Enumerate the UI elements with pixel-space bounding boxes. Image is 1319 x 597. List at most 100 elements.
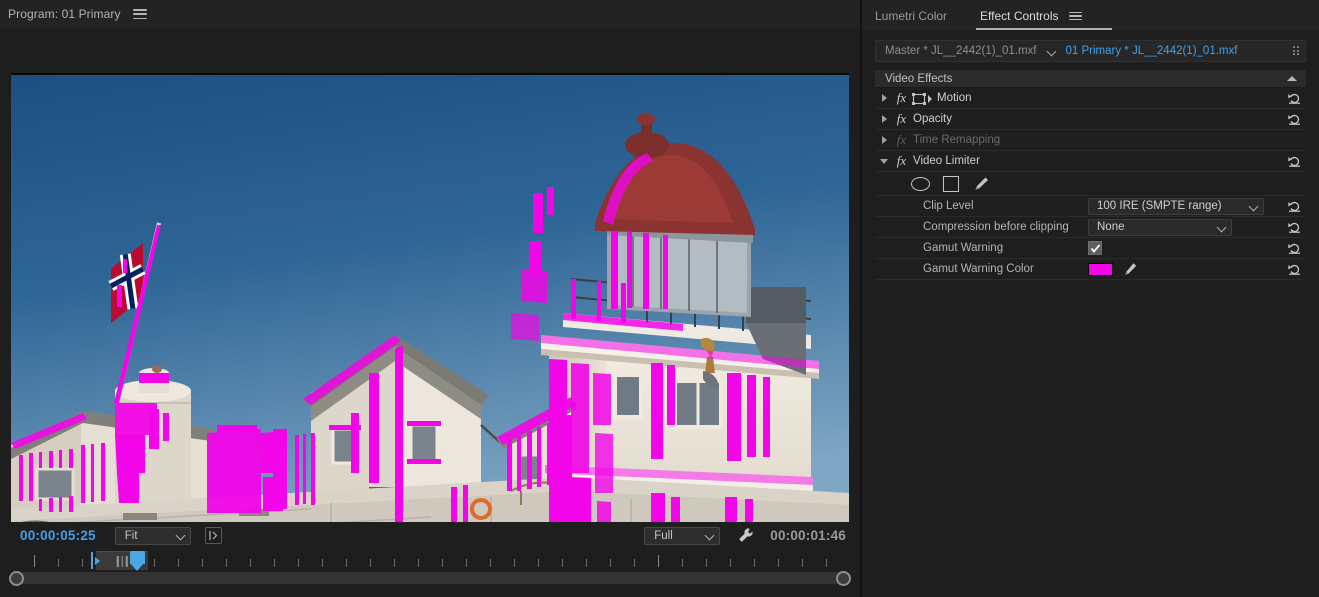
- chevron-down-icon: [177, 531, 186, 540]
- program-title: Program: 01 Primary: [8, 7, 121, 21]
- playback-resolution-value: Full: [654, 530, 673, 542]
- video-effects-section-header[interactable]: Video Effects: [875, 70, 1306, 88]
- clip-level-select[interactable]: 100 IRE (SMPTE range): [1088, 198, 1264, 215]
- checkmark-icon: [1090, 243, 1101, 254]
- fx-icon[interactable]: fx: [893, 90, 910, 106]
- video-effects-title: Video Effects: [875, 73, 952, 85]
- disclosure-triangle-icon[interactable]: [875, 136, 893, 144]
- current-timecode[interactable]: 00:00:05:25: [20, 528, 96, 543]
- gamut-warning-color-swatch[interactable]: [1088, 263, 1113, 276]
- zoom-handle-left-icon[interactable]: [9, 571, 24, 586]
- tab-effect-controls[interactable]: Effect Controls: [980, 9, 1081, 30]
- gamut-warning-checkbox[interactable]: [1088, 241, 1102, 255]
- panel-tab-bar: Lumetri Color Effect Controls: [862, 0, 1319, 30]
- program-video-image: [11, 73, 849, 543]
- effect-name-opacity: Opacity: [913, 113, 952, 125]
- duration-timecode: 00:00:01:46: [770, 528, 846, 543]
- video-frame[interactable]: [11, 73, 849, 543]
- fx-icon: fx: [893, 132, 910, 148]
- in-point-marker-icon[interactable]: [91, 552, 100, 569]
- premiere-workspace: Program: 01 Primary: [0, 0, 1319, 597]
- pen-glyph: [972, 176, 990, 192]
- eyedropper-glyph: [1121, 262, 1138, 277]
- param-label-gamut-warning: Gamut Warning: [875, 242, 1088, 254]
- disclosure-triangle-icon[interactable]: [875, 94, 893, 102]
- panel-menu-icon[interactable]: [1069, 11, 1082, 22]
- transform-box-icon[interactable]: [912, 92, 934, 104]
- tab-lumetri-color-label: Lumetri Color: [875, 9, 947, 23]
- reset-parameter-icon[interactable]: [1287, 220, 1302, 235]
- effects-list: fx Motion: [875, 88, 1306, 280]
- hamburger-menu-icon[interactable]: [133, 8, 147, 20]
- clip-level-value: 100 IRE (SMPTE range): [1097, 200, 1222, 212]
- eyedropper-icon[interactable]: [1121, 262, 1138, 277]
- effect-name-video-limiter: Video Limiter: [913, 155, 980, 167]
- reset-parameter-icon[interactable]: [1287, 154, 1302, 169]
- reset-parameter-icon[interactable]: [1287, 262, 1302, 277]
- transform-box-glyph: [912, 93, 934, 105]
- compression-value: None: [1097, 221, 1125, 233]
- effect-name-time-remapping: Time Remapping: [913, 134, 1000, 146]
- program-monitor-panel: Program: 01 Primary: [0, 0, 860, 597]
- effect-controls-panel: Lumetri Color Effect Controls Master * J…: [860, 0, 1319, 597]
- param-row-clip-level: Clip Level 100 IRE (SMPTE range): [875, 196, 1306, 217]
- disclosure-triangle-icon[interactable]: [875, 159, 893, 164]
- effect-row-motion[interactable]: fx Motion: [875, 88, 1306, 109]
- reset-glyph: [1287, 262, 1302, 277]
- fx-icon[interactable]: fx: [893, 153, 910, 169]
- drag-grip-icon[interactable]: [1293, 46, 1300, 57]
- clip-selector-bar: Master * JL__2442(1)_01.mxf 01 Primary *…: [875, 40, 1306, 62]
- master-clip-label[interactable]: Master * JL__2442(1)_01.mxf: [876, 45, 1037, 57]
- param-row-gamut-warning-color: Gamut Warning Color: [875, 259, 1306, 280]
- monitor-ruler-zone: [0, 549, 860, 597]
- disclosure-triangle-icon[interactable]: [875, 115, 893, 123]
- rectangle-mask-icon[interactable]: [943, 176, 959, 192]
- chevron-down-icon: [1218, 223, 1227, 232]
- ellipse-mask-icon[interactable]: [911, 177, 930, 191]
- chevron-down-icon: [706, 531, 715, 540]
- zoom-handle-right-icon[interactable]: [836, 571, 851, 586]
- tab-effect-controls-label: Effect Controls: [980, 9, 1058, 23]
- fx-icon[interactable]: fx: [893, 111, 910, 127]
- sequence-clip-label[interactable]: 01 Primary * JL__2442(1)_01.mxf: [1066, 41, 1248, 61]
- pen-mask-icon[interactable]: [972, 176, 990, 192]
- reset-glyph: [1287, 220, 1302, 235]
- monitor-transport-bar: 00:00:05:25 Fit Full: [0, 522, 860, 549]
- reset-parameter-icon[interactable]: [1287, 91, 1302, 106]
- zoom-scrollbar[interactable]: [10, 572, 850, 584]
- effect-controls-body: Master * JL__2442(1)_01.mxf 01 Primary *…: [862, 30, 1319, 597]
- tab-lumetri-color[interactable]: Lumetri Color: [875, 9, 947, 30]
- zoom-level-select[interactable]: Fit: [115, 527, 191, 545]
- playhead-marker-icon[interactable]: [130, 551, 145, 572]
- param-row-gamut-warning: Gamut Warning: [875, 238, 1306, 259]
- wrench-glyph: [738, 527, 755, 544]
- reset-parameter-icon[interactable]: [1287, 199, 1302, 214]
- work-area-grip-icon: [117, 556, 128, 567]
- effect-row-video-limiter[interactable]: fx Video Limiter: [875, 151, 1306, 172]
- collapse-up-icon[interactable]: [1287, 76, 1297, 81]
- param-label-compression: Compression before clipping: [875, 221, 1088, 233]
- compression-select[interactable]: None: [1088, 219, 1232, 236]
- wrench-icon[interactable]: [736, 526, 756, 546]
- effect-name-motion: Motion: [937, 92, 972, 104]
- effect-row-time-remapping[interactable]: fx Time Remapping: [875, 130, 1306, 151]
- monitor-viewport: 00:00:05:25 Fit Full: [0, 28, 860, 597]
- reset-glyph: [1287, 112, 1302, 127]
- param-label-gamut-warning-color: Gamut Warning Color: [875, 263, 1088, 275]
- reset-glyph: [1287, 154, 1302, 169]
- zoom-level-value: Fit: [125, 530, 138, 542]
- chevron-down-icon[interactable]: [1047, 46, 1057, 56]
- effect-row-opacity[interactable]: fx Opacity: [875, 109, 1306, 130]
- param-row-compression: Compression before clipping None: [875, 217, 1306, 238]
- reset-parameter-icon[interactable]: [1287, 112, 1302, 127]
- playback-resolution-select[interactable]: Full: [644, 527, 720, 545]
- reset-glyph: [1287, 199, 1302, 214]
- transport-right-group: Full 00:00:01:46: [625, 526, 860, 546]
- export-frame-icon[interactable]: [205, 527, 222, 544]
- reset-parameter-icon[interactable]: [1287, 241, 1302, 256]
- reset-glyph: [1287, 91, 1302, 106]
- reset-glyph: [1287, 241, 1302, 256]
- mask-tools-row: [875, 172, 1306, 196]
- export-frame-glyph: [208, 530, 219, 541]
- program-monitor-header: Program: 01 Primary: [0, 0, 860, 28]
